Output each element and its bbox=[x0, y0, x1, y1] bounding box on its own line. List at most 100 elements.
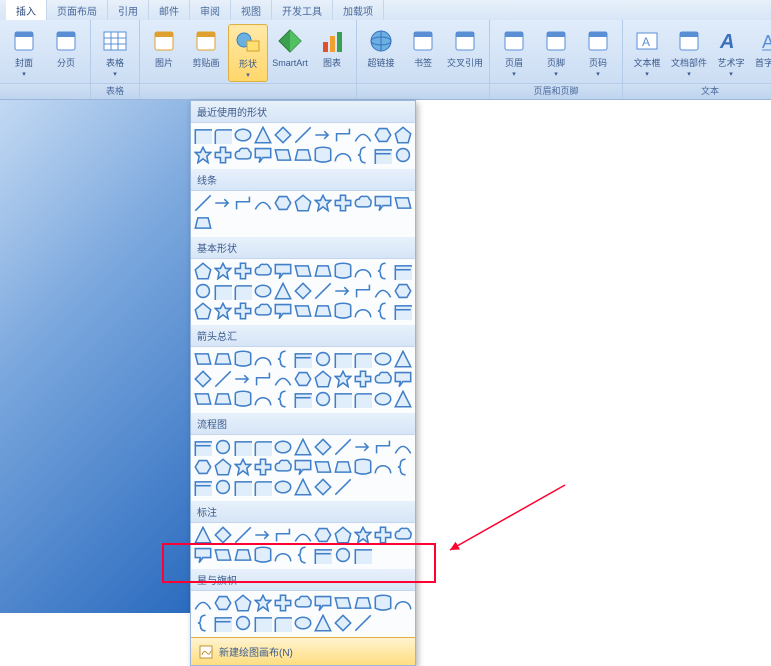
smartart-button[interactable]: SmartArt bbox=[270, 24, 310, 82]
shape-item[interactable] bbox=[254, 478, 272, 496]
shape-item[interactable] bbox=[314, 478, 332, 496]
shape-item[interactable] bbox=[234, 614, 252, 632]
shape-item[interactable] bbox=[194, 478, 212, 496]
tab-7[interactable]: 加载项 bbox=[333, 0, 384, 20]
quick-parts-button[interactable]: 文档部件 ▾ bbox=[669, 24, 709, 80]
shape-item[interactable] bbox=[294, 438, 312, 456]
shape-item[interactable] bbox=[194, 614, 212, 632]
shape-item[interactable] bbox=[234, 438, 252, 456]
shape-item[interactable] bbox=[374, 526, 392, 544]
cover-page-button[interactable]: 封面 ▾ bbox=[4, 24, 44, 80]
clip-art-button[interactable]: 剪贴画 bbox=[186, 24, 226, 82]
tab-2[interactable]: 引用 bbox=[108, 0, 149, 20]
shape-item[interactable] bbox=[334, 438, 352, 456]
shape-item[interactable] bbox=[254, 458, 272, 476]
shape-item[interactable] bbox=[274, 302, 292, 320]
page-number-button[interactable]: 页码 ▾ bbox=[578, 24, 618, 80]
shape-item[interactable] bbox=[274, 438, 292, 456]
shape-item[interactable] bbox=[334, 194, 352, 212]
shape-item[interactable] bbox=[394, 370, 412, 388]
shape-item[interactable] bbox=[394, 146, 412, 164]
shape-item[interactable] bbox=[314, 458, 332, 476]
shape-item[interactable] bbox=[254, 262, 272, 280]
new-drawing-canvas-button[interactable]: 新建绘图画布(N) bbox=[191, 637, 415, 665]
shape-item[interactable] bbox=[334, 126, 352, 144]
shape-item[interactable] bbox=[214, 146, 232, 164]
shape-item[interactable] bbox=[354, 390, 372, 408]
shape-item[interactable] bbox=[234, 262, 252, 280]
shape-item[interactable] bbox=[374, 390, 392, 408]
shape-item[interactable] bbox=[194, 282, 212, 300]
shape-item[interactable] bbox=[354, 370, 372, 388]
shape-item[interactable] bbox=[274, 594, 292, 612]
shape-item[interactable] bbox=[214, 302, 232, 320]
shape-item[interactable] bbox=[394, 350, 412, 368]
shape-item[interactable] bbox=[354, 194, 372, 212]
shape-item[interactable] bbox=[294, 194, 312, 212]
shape-item[interactable] bbox=[314, 350, 332, 368]
shape-item[interactable] bbox=[374, 370, 392, 388]
shape-item[interactable] bbox=[334, 526, 352, 544]
shape-item[interactable] bbox=[194, 126, 212, 144]
shape-item[interactable] bbox=[334, 390, 352, 408]
shape-item[interactable] bbox=[374, 458, 392, 476]
shape-item[interactable] bbox=[334, 546, 352, 564]
tab-5[interactable]: 视图 bbox=[231, 0, 272, 20]
shape-item[interactable] bbox=[194, 546, 212, 564]
shape-item[interactable] bbox=[394, 594, 412, 612]
shape-item[interactable] bbox=[214, 126, 232, 144]
shape-item[interactable] bbox=[254, 370, 272, 388]
shape-item[interactable] bbox=[234, 350, 252, 368]
header-button[interactable]: 页眉 ▾ bbox=[494, 24, 534, 80]
shape-item[interactable] bbox=[194, 458, 212, 476]
shape-item[interactable] bbox=[334, 350, 352, 368]
shape-item[interactable] bbox=[314, 282, 332, 300]
shape-item[interactable] bbox=[254, 126, 272, 144]
shape-item[interactable] bbox=[194, 302, 212, 320]
shape-item[interactable] bbox=[194, 370, 212, 388]
shape-item[interactable] bbox=[214, 478, 232, 496]
shape-item[interactable] bbox=[354, 458, 372, 476]
shape-item[interactable] bbox=[214, 458, 232, 476]
footer-button[interactable]: 页脚 ▾ bbox=[536, 24, 576, 80]
shape-item[interactable] bbox=[374, 438, 392, 456]
shape-item[interactable] bbox=[354, 526, 372, 544]
shape-item[interactable] bbox=[214, 390, 232, 408]
shape-item[interactable] bbox=[294, 370, 312, 388]
shape-item[interactable] bbox=[334, 262, 352, 280]
shape-item[interactable] bbox=[254, 526, 272, 544]
wordart-button[interactable]: A 艺术字 ▾ bbox=[711, 24, 751, 80]
shape-item[interactable] bbox=[394, 526, 412, 544]
shape-item[interactable] bbox=[234, 594, 252, 612]
shape-item[interactable] bbox=[394, 458, 412, 476]
chart-button[interactable]: 图表 bbox=[312, 24, 352, 82]
shape-item[interactable] bbox=[214, 194, 232, 212]
shape-item[interactable] bbox=[334, 146, 352, 164]
shape-item[interactable] bbox=[354, 594, 372, 612]
shape-item[interactable] bbox=[394, 390, 412, 408]
shape-item[interactable] bbox=[254, 390, 272, 408]
shape-item[interactable] bbox=[254, 350, 272, 368]
shape-item[interactable] bbox=[274, 458, 292, 476]
tab-6[interactable]: 开发工具 bbox=[272, 0, 333, 20]
shape-item[interactable] bbox=[274, 262, 292, 280]
shape-item[interactable] bbox=[294, 478, 312, 496]
shape-item[interactable] bbox=[234, 146, 252, 164]
shape-item[interactable] bbox=[334, 370, 352, 388]
hyperlink-button[interactable]: 超链接 bbox=[361, 24, 401, 70]
shape-item[interactable] bbox=[314, 526, 332, 544]
shape-item[interactable] bbox=[234, 126, 252, 144]
shape-item[interactable] bbox=[334, 458, 352, 476]
shape-item[interactable] bbox=[214, 614, 232, 632]
table-button[interactable]: 表格 ▾ bbox=[95, 24, 135, 80]
shape-item[interactable] bbox=[354, 438, 372, 456]
shape-item[interactable] bbox=[314, 370, 332, 388]
shape-item[interactable] bbox=[234, 390, 252, 408]
shape-item[interactable] bbox=[354, 282, 372, 300]
shape-item[interactable] bbox=[234, 458, 252, 476]
shape-item[interactable] bbox=[294, 614, 312, 632]
shape-item[interactable] bbox=[294, 262, 312, 280]
shape-item[interactable] bbox=[234, 526, 252, 544]
shape-item[interactable] bbox=[334, 282, 352, 300]
tab-3[interactable]: 邮件 bbox=[149, 0, 190, 20]
